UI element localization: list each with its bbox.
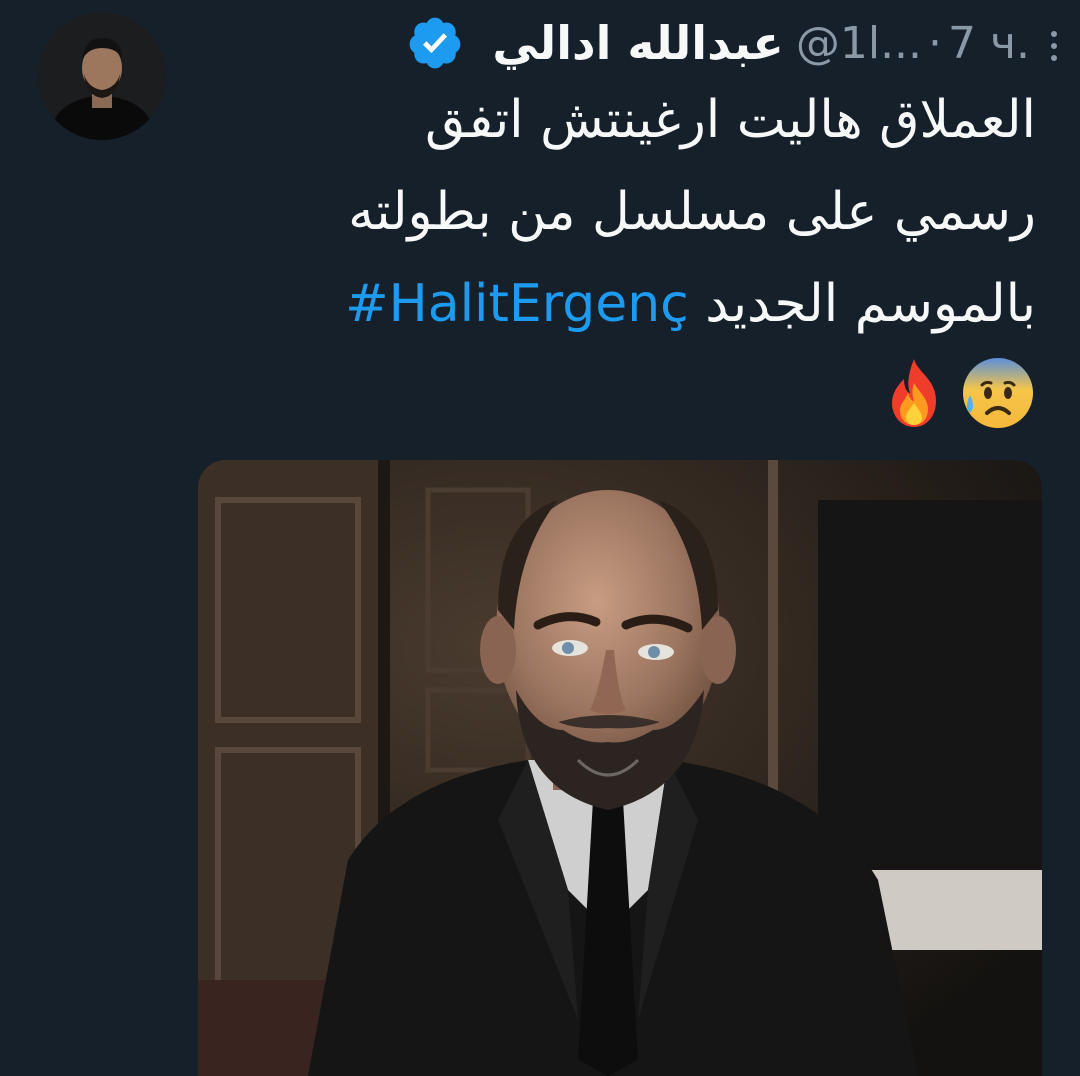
tweet-time[interactable]: 7 ч. (948, 18, 1030, 69)
emoji-row (876, 355, 1036, 431)
user-handle[interactable]: @1l... (796, 18, 922, 69)
display-name[interactable]: عبدالله ادالي (492, 16, 783, 70)
tweet-text-line-1: العملاق هاليت ارغينتش اتفق (425, 90, 1036, 150)
hashtag-link[interactable]: #HalitErgenç (345, 274, 689, 334)
tweet-text-line-3: بالموسم الجديد #HalitErgenç (196, 258, 1036, 350)
separator-dot: · (928, 17, 943, 69)
tweet-header: 7 ч. · @1l... عبدالله ادالي (406, 8, 1030, 78)
avatar[interactable] (38, 12, 166, 140)
more-options-icon[interactable] (1042, 26, 1066, 66)
anxious-face-with-sweat-emoji (963, 358, 1033, 428)
tweet-text-line-3-words: بالموسم الجديد (705, 274, 1036, 334)
fire-emoji (892, 359, 936, 427)
tweet-text: العملاق هاليت ارغينتش اتفق رسمي على مسلس… (196, 74, 1036, 350)
verified-badge-icon (410, 17, 461, 69)
tweet[interactable]: 7 ч. · @1l... عبدالله ادالي العملاق هالي… (0, 0, 1080, 1076)
tweet-text-line-2: رسمي على مسلسل من بطولته (348, 182, 1036, 242)
tweet-media-photo[interactable] (198, 460, 1042, 1076)
